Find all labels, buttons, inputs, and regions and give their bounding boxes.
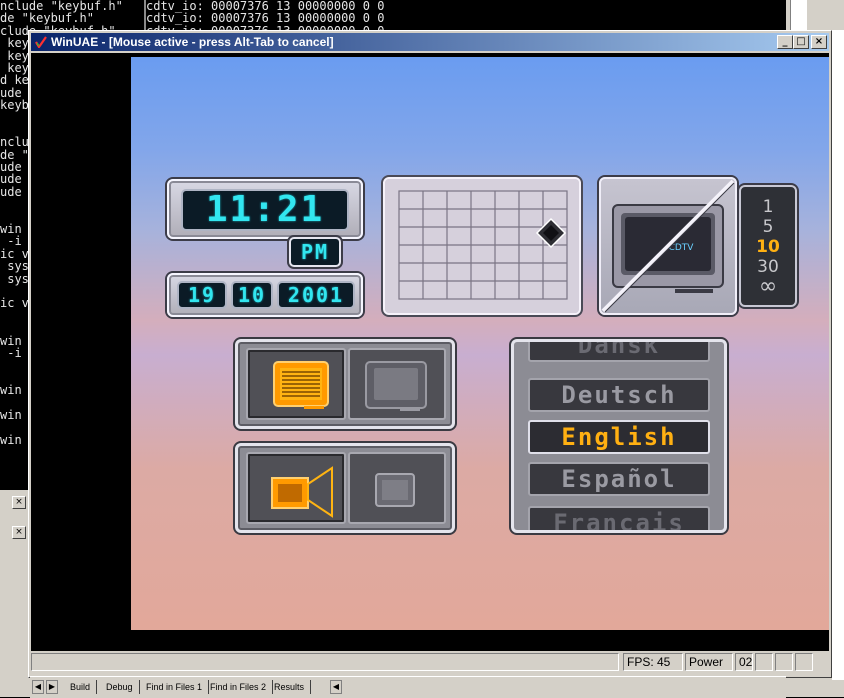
maximize-button[interactable]: □ xyxy=(793,35,809,49)
output-line: cdtv_io: 00007376 13 00000000 0 0 xyxy=(146,11,385,26)
window-titlebar[interactable]: WinUAE - [Mouse active - press Alt-Tab t… xyxy=(31,33,829,51)
tab-debug[interactable]: Debug xyxy=(100,680,140,694)
screen-position-panel xyxy=(383,177,581,315)
tab-scroll-icon[interactable]: ◀ xyxy=(330,680,342,694)
speaker-icon xyxy=(271,466,333,518)
date-day-display[interactable]: 19 xyxy=(177,281,227,309)
drive-led-2[interactable] xyxy=(775,653,793,671)
screen-position-grid[interactable] xyxy=(385,179,579,313)
winuae-window: WinUAE - [Mouse active - press Alt-Tab t… xyxy=(28,30,832,678)
non-interlace-button[interactable] xyxy=(348,348,446,420)
date-month-display[interactable]: 10 xyxy=(231,281,273,309)
speed-panel: 1 5 10 30 ∞ xyxy=(739,185,797,307)
output-tabs-bar: ◀ ▶ Build Debug Find in Files 1 Find in … xyxy=(30,676,786,698)
interlace-tv-icon xyxy=(273,361,329,409)
language-option-espanol[interactable]: Español xyxy=(528,462,710,496)
language-option-deutsch[interactable]: Deutsch xyxy=(528,378,710,412)
speed-option-10-selected[interactable]: 10 xyxy=(741,237,795,257)
date-panel: 19 10 2001 xyxy=(167,273,363,317)
status-message xyxy=(31,653,619,671)
background-left-panel: × × xyxy=(0,490,30,697)
tab-find-in-files-1[interactable]: Find in Files 1 xyxy=(140,680,210,694)
mute-square-icon xyxy=(375,473,415,507)
clock-panel: 11:21 xyxy=(167,179,363,239)
pane-close-icon[interactable]: × xyxy=(12,496,26,509)
drive-indicator[interactable]: 02 xyxy=(735,653,753,671)
sound-on-button[interactable] xyxy=(246,452,346,524)
clock-time-display[interactable]: 11:21 xyxy=(181,189,349,231)
minimize-button[interactable]: _ xyxy=(777,35,793,49)
background-strip xyxy=(832,30,844,680)
tab-build[interactable]: Build xyxy=(64,680,98,694)
screensaver-panel[interactable]: CDTV xyxy=(599,177,737,315)
tv-icon: CDTV xyxy=(601,179,735,313)
power-led[interactable]: Power xyxy=(685,653,733,671)
fps-indicator: FPS: 45 xyxy=(623,653,683,671)
speed-option-5[interactable]: 5 xyxy=(741,217,795,237)
plain-tv-icon xyxy=(365,361,427,411)
status-bar: FPS: 45 Power 02 xyxy=(31,653,829,671)
background-output-pane: cdtv_io: 00007376 13 00000000 0 0 cdtv_io… xyxy=(146,0,786,34)
emulator-screen[interactable]: 11:21 PM 19 10 2001 CDTV 1 5 10 30 ∞ Dan… xyxy=(31,53,829,651)
pane-close-icon-2[interactable]: × xyxy=(12,526,26,539)
sound-off-button[interactable] xyxy=(348,452,446,524)
date-year-display[interactable]: 2001 xyxy=(277,281,355,309)
language-option-english-selected[interactable]: English xyxy=(528,420,710,454)
speed-option-infinite[interactable]: ∞ xyxy=(741,276,795,298)
speed-option-1[interactable]: 1 xyxy=(741,197,795,217)
tab-scroll-left-icon[interactable]: ◀ xyxy=(32,680,44,694)
tab-find-in-files-2[interactable]: Find in Files 2 xyxy=(204,680,274,694)
sound-group xyxy=(235,443,455,533)
display-mode-group xyxy=(235,339,455,429)
tab-results[interactable]: Results xyxy=(268,680,312,694)
language-option-francais[interactable]: Français xyxy=(528,506,710,530)
language-option-dansk[interactable]: Dansk xyxy=(528,342,710,362)
drive-led-3[interactable] xyxy=(795,653,813,671)
language-list: Dansk Deutsch English Español Français xyxy=(511,339,727,533)
ampm-display[interactable]: PM xyxy=(289,237,341,267)
window-controls: _ □ × xyxy=(777,35,827,49)
tab-scroll-right-icon[interactable]: ▶ xyxy=(46,680,58,694)
amiga-checkmark-icon xyxy=(35,36,47,48)
background-scrollbar[interactable] xyxy=(790,0,807,34)
interlace-button[interactable] xyxy=(246,348,346,420)
window-title: WinUAE - [Mouse active - press Alt-Tab t… xyxy=(51,35,334,49)
code-line: de "keybuf.h" xyxy=(0,11,94,26)
drive-led-1[interactable] xyxy=(755,653,773,671)
close-button[interactable]: × xyxy=(811,35,827,49)
cdtv-preferences-display[interactable]: 11:21 PM 19 10 2001 CDTV 1 5 10 30 ∞ Dan… xyxy=(131,57,829,630)
